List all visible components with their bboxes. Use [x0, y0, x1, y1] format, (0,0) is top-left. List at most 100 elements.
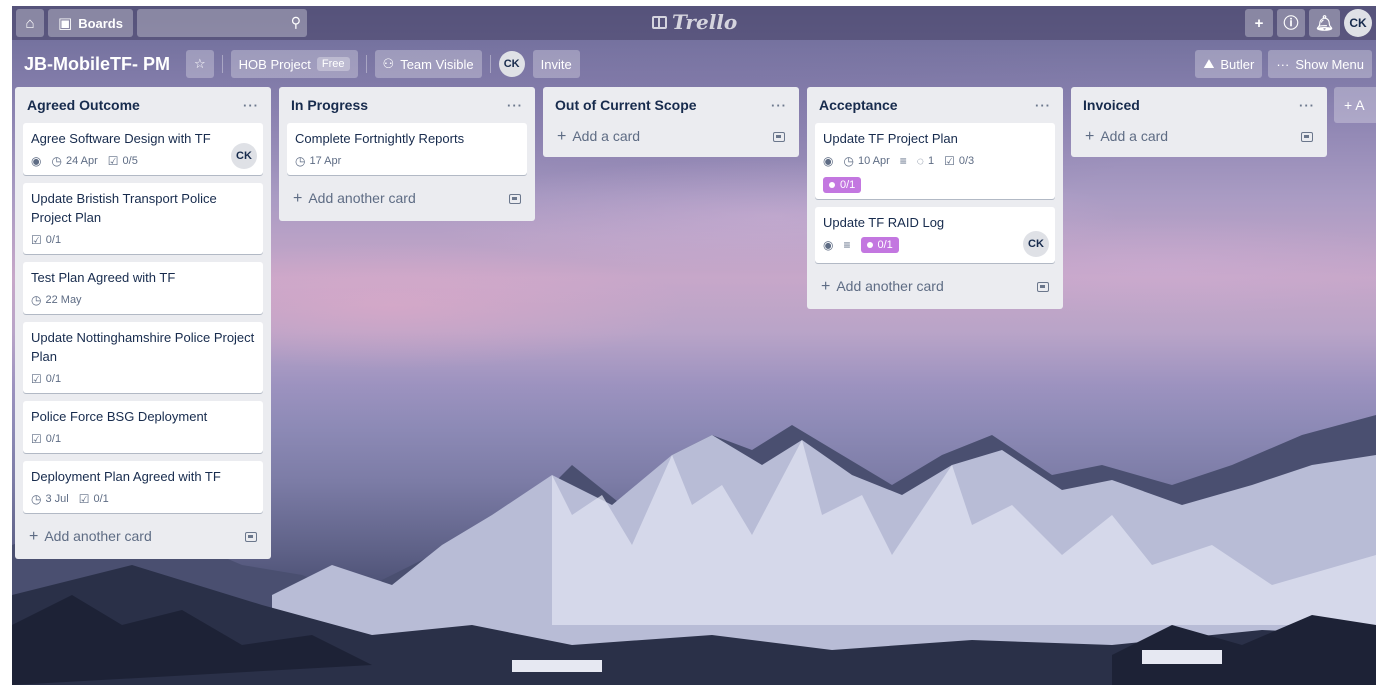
invite-button[interactable]: Invite — [532, 50, 580, 78]
card[interactable]: Update Bristish Transport Police Project… — [23, 183, 263, 254]
due-badge: ◷ 17 Apr — [295, 154, 341, 168]
card-template-icon[interactable] — [773, 132, 785, 142]
card-template-icon[interactable] — [1037, 282, 1049, 292]
checklist-icon: ☑ — [31, 233, 42, 247]
add-card-text: + Add a card — [557, 128, 640, 146]
plus-icon: + — [557, 128, 567, 145]
boards-label: Boards — [78, 15, 123, 31]
card-badges: ◷ 3 Jul ☑ 0/1 — [31, 489, 255, 509]
card[interactable]: Agree Software Design with TF ◉ ◷ 24 Apr … — [23, 123, 263, 175]
list-menu-icon[interactable]: ··· — [1299, 98, 1315, 113]
show-menu-button[interactable]: ··· Show Menu — [1268, 50, 1372, 78]
star-icon: ☆ — [194, 56, 206, 71]
card-title: Update TF Project Plan — [823, 131, 958, 146]
checklist-count: 0/1 — [45, 373, 62, 385]
card-badges: ◷ 22 May — [31, 290, 255, 310]
card[interactable]: Update TF RAID Log ◉ ≡ 0/1 CK — [815, 207, 1055, 263]
eye-icon: ◉ — [31, 154, 42, 168]
list-title[interactable]: Acceptance — [819, 97, 898, 113]
card-badges: ◉ ◷ 24 Apr ☑ 0/5 — [31, 151, 255, 171]
card[interactable]: Update Nottinghamshire Police Project Pl… — [23, 322, 263, 393]
card-badges: ◷ 17 Apr — [295, 151, 519, 171]
add-card-button[interactable]: + Add a card — [551, 123, 791, 151]
comment-count: 1 — [927, 155, 935, 167]
add-card-text: + Add a card — [1085, 128, 1168, 146]
pill-text: 0/1 — [877, 239, 893, 251]
board-member-avatar[interactable]: CK — [498, 51, 525, 77]
card-member-avatar[interactable]: CK — [1023, 231, 1049, 257]
due-badge: ◷ 22 May — [31, 293, 82, 307]
description-icon: ≡ — [843, 238, 851, 252]
list-menu-icon[interactable]: ··· — [1035, 98, 1051, 113]
star-button[interactable]: ☆ — [186, 50, 214, 78]
notifications-button[interactable]: 🔔︎ — [1308, 9, 1340, 37]
watch-badge: ◉ — [31, 154, 41, 168]
card[interactable]: Complete Fortnightly Reports ◷ 17 Apr — [287, 123, 527, 175]
card-title: Update Bristish Transport Police Project… — [31, 191, 217, 225]
checklist-badge: ☑ 0/3 — [944, 154, 974, 168]
plus-icon: + — [293, 190, 303, 207]
card-title: Update Nottinghamshire Police Project Pl… — [31, 330, 255, 364]
card-template-icon[interactable] — [1301, 132, 1313, 142]
boards-button[interactable]: ▣ Boards — [48, 9, 133, 37]
list-title[interactable]: In Progress — [291, 97, 368, 113]
checklist-icon: ☑ — [107, 154, 119, 168]
team-button[interactable]: HOB Project Free — [230, 50, 358, 78]
list-menu-icon[interactable]: ··· — [507, 98, 523, 113]
list-menu-icon[interactable]: ··· — [771, 98, 787, 113]
checklist-progress-pill: 0/1 — [860, 237, 899, 253]
visibility-label: Team Visible — [400, 56, 474, 72]
list-header[interactable]: Invoiced ··· — [1079, 87, 1319, 123]
add-card-button[interactable]: + Add another card — [287, 183, 527, 215]
trello-logo[interactable]: Trello — [652, 10, 737, 34]
trello-logo-text: Trello — [672, 10, 738, 34]
list-title[interactable]: Invoiced — [1083, 97, 1140, 113]
list-agreed-outcome[interactable]: Agreed Outcome ··· Agree Software Design… — [15, 87, 271, 559]
divider — [221, 55, 223, 73]
add-card-text: + Add another card — [293, 190, 416, 208]
card[interactable]: Police Force BSG Deployment ☑ 0/1 — [23, 401, 263, 453]
invite-label: Invite — [540, 56, 572, 72]
card-template-icon[interactable] — [509, 194, 521, 204]
list-title[interactable]: Agreed Outcome — [27, 97, 140, 113]
add-card-button[interactable]: + Add another card — [23, 521, 263, 553]
card[interactable]: Test Plan Agreed with TF ◷ 22 May — [23, 262, 263, 314]
home-icon: ⌂ — [25, 14, 35, 32]
trello-logo-icon — [652, 15, 667, 29]
create-button[interactable]: + — [1244, 9, 1273, 37]
due-date: 3 Jul — [45, 493, 69, 505]
due-badge: ◷ 24 Apr — [51, 154, 97, 168]
info-button[interactable]: ⓘ — [1276, 9, 1305, 37]
list-header[interactable]: Acceptance ··· — [815, 87, 1055, 123]
list-header[interactable]: Agreed Outcome ··· — [23, 87, 263, 123]
plus-icon: + — [821, 278, 831, 295]
list-header[interactable]: Out of Current Scope ··· — [551, 87, 791, 123]
comments-badge: ◌ 1 — [917, 154, 934, 168]
butler-icon: ⛰ — [1203, 56, 1215, 71]
list-in-progress[interactable]: In Progress ··· Complete Fortnightly Rep… — [279, 87, 535, 221]
bell-icon: 🔔︎ — [1314, 14, 1334, 32]
add-list-button[interactable]: + A — [1334, 87, 1383, 123]
list-header[interactable]: In Progress ··· — [287, 87, 527, 123]
card-member-avatar[interactable]: CK — [231, 143, 257, 169]
list-menu-icon[interactable]: ··· — [243, 98, 259, 113]
add-card-button[interactable]: + Add a card — [1079, 123, 1319, 151]
card[interactable]: Deployment Plan Agreed with TF ◷ 3 Jul ☑ 0… — [23, 461, 263, 513]
add-card-label: Add a card — [1100, 128, 1169, 144]
card-template-icon[interactable] — [245, 532, 257, 542]
add-card-button[interactable]: + Add another card — [815, 271, 1055, 303]
home-button[interactable]: ⌂ — [16, 9, 44, 37]
plan-badge: Free — [316, 57, 350, 71]
board-title[interactable]: JB-MobileTF- PM — [18, 54, 176, 75]
list-title[interactable]: Out of Current Scope — [555, 97, 697, 113]
user-avatar[interactable]: CK — [1344, 9, 1372, 37]
list-acceptance[interactable]: Acceptance ··· Update TF Project Plan ◉ … — [807, 87, 1063, 309]
list-out-of-current-scope[interactable]: Out of Current Scope ··· + Add a card — [543, 87, 799, 157]
card[interactable]: Update TF Project Plan ◉ ◷ 10 Apr ≡ ◌ 1 ☑ 0… — [815, 123, 1055, 199]
due-badge: ◷ 3 Jul — [31, 492, 69, 506]
butler-button[interactable]: ⛰ Butler — [1195, 50, 1263, 78]
search-input[interactable]: ⚲ — [136, 9, 307, 37]
visibility-button[interactable]: ⚇ Team Visible — [374, 50, 482, 78]
more-icon: ··· — [1276, 56, 1290, 72]
list-invoiced[interactable]: Invoiced ··· + Add a card — [1071, 87, 1327, 157]
